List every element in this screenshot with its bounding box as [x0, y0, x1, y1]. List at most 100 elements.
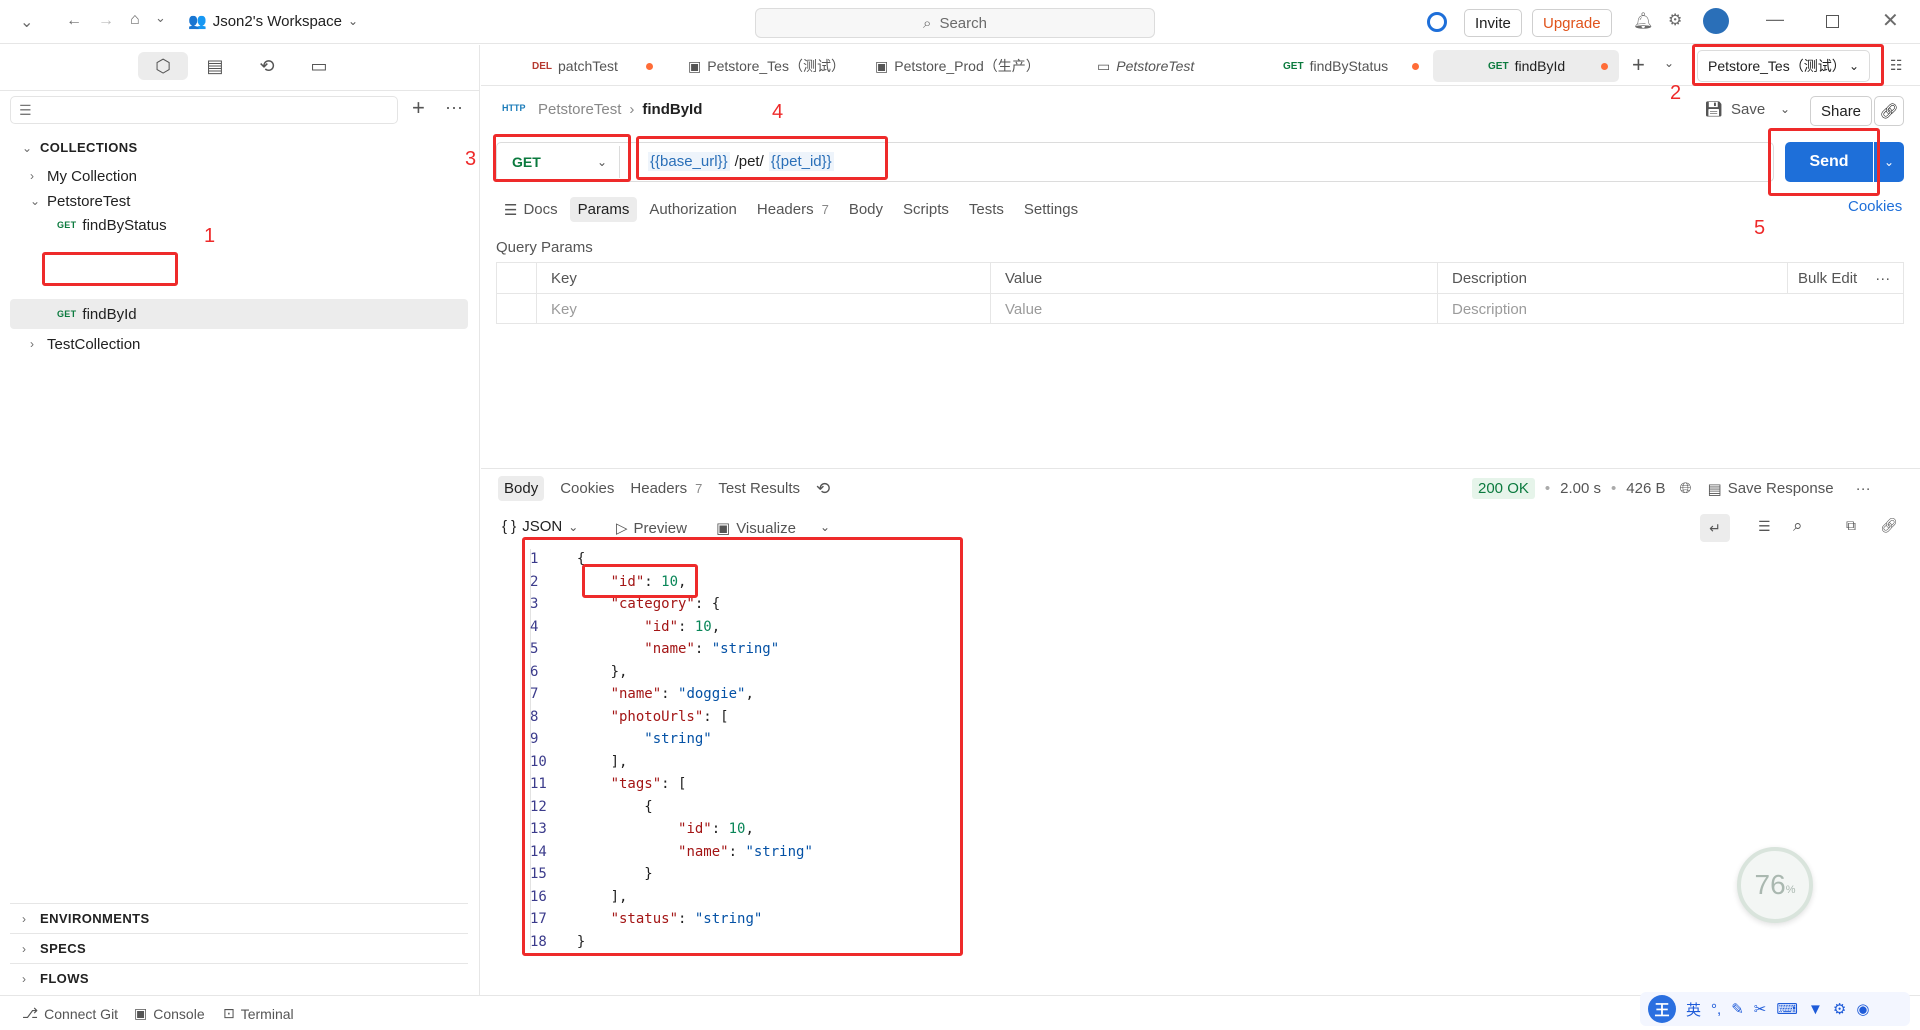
- tab-params[interactable]: Params: [569, 197, 638, 222]
- response-tab-headers[interactable]: Headers 7: [630, 480, 702, 497]
- workspace-switcher[interactable]: 👥 Json2's Workspace ⌄: [188, 12, 358, 31]
- wrap-lines-icon[interactable]: ↵: [1700, 514, 1730, 542]
- bulk-edit-link[interactable]: Bulk Edit: [1798, 270, 1857, 287]
- breadcrumb-parent[interactable]: PetstoreTest: [538, 101, 621, 118]
- save-response-button[interactable]: ▤ Save Response: [1708, 480, 1834, 498]
- send-dropdown-icon[interactable]: ⌄: [1874, 142, 1904, 182]
- tab-findbystatus[interactable]: GET findByStatus: [1283, 46, 1420, 86]
- bell-icon[interactable]: 🔔︎: [1633, 11, 1653, 31]
- share-button[interactable]: Share: [1810, 96, 1873, 126]
- global-search[interactable]: ⌕ Search: [755, 8, 1155, 38]
- gear-icon[interactable]: ⚙: [1668, 10, 1682, 30]
- sidebar-item-findbyid[interactable]: GET findById: [57, 299, 137, 329]
- search-icon[interactable]: ⌕: [1793, 516, 1803, 536]
- tabs-dropdown-icon[interactable]: ⌄: [1664, 56, 1674, 70]
- progress-badge[interactable]: 76 %: [1737, 847, 1813, 923]
- code-line: 6 },: [530, 661, 950, 684]
- save-button[interactable]: 💾︎ Save: [1704, 100, 1765, 119]
- connect-git-button[interactable]: ⎇ Connect Git: [22, 1005, 118, 1022]
- response-size[interactable]: 426 B: [1626, 480, 1665, 497]
- response-time[interactable]: 2.00 s: [1560, 480, 1601, 497]
- globe-icon[interactable]: 🌐︎: [1679, 480, 1691, 497]
- line-number: 6: [530, 663, 539, 680]
- flows-section[interactable]: › FLOWS: [22, 971, 89, 986]
- add-icon[interactable]: +: [412, 95, 425, 121]
- history-icon[interactable]: ⟲: [242, 52, 292, 80]
- tab-headers[interactable]: Headers 7: [757, 201, 829, 218]
- tab-petstore-prod[interactable]: ▣ Petstore_Prod（生产）: [875, 46, 1040, 86]
- minimize-icon[interactable]: —: [1766, 9, 1784, 30]
- tab-findbyid[interactable]: GET findById: [1488, 46, 1609, 86]
- tab-settings[interactable]: Settings: [1024, 201, 1078, 218]
- folder-icon[interactable]: ▭: [294, 52, 344, 80]
- status-badge[interactable]: 200 OK: [1472, 478, 1535, 499]
- specs-section[interactable]: › SPECS: [22, 941, 86, 956]
- preview-button[interactable]: ▷ Preview: [616, 519, 687, 538]
- filter-icon[interactable]: ☰: [1758, 518, 1771, 535]
- sidebar-filter-input[interactable]: ☰: [10, 96, 398, 124]
- tab-docs[interactable]: ☰ Docs: [504, 201, 558, 219]
- save-dropdown-icon[interactable]: ⌄: [1780, 102, 1790, 116]
- sync-icon[interactable]: [1427, 12, 1447, 32]
- method-select[interactable]: GET ⌄: [500, 146, 620, 178]
- collections-icon[interactable]: ⬡: [138, 52, 188, 80]
- tab-petstoretest[interactable]: ▭ PetstoreTest: [1097, 46, 1194, 86]
- restore-icon[interactable]: [1826, 15, 1839, 28]
- back-arrow-icon[interactable]: ←: [66, 12, 82, 30]
- code-line: 13 "id": 10,: [530, 818, 950, 841]
- tab-petstore-tes[interactable]: ▣ Petstore_Tes（测试）: [688, 46, 845, 86]
- response-tab-test-results[interactable]: Test Results: [718, 480, 800, 497]
- home-icon[interactable]: ⌂: [130, 11, 140, 29]
- sidebar-item-testcollection[interactable]: › TestCollection: [30, 329, 140, 359]
- key-input[interactable]: Key: [537, 294, 991, 324]
- line-number: 13: [530, 821, 547, 837]
- visualize-button[interactable]: ▣ Visualize: [716, 519, 796, 538]
- terminal-button[interactable]: ⊡ Terminal: [223, 1005, 294, 1022]
- console-button[interactable]: ▣ Console: [134, 1005, 205, 1022]
- avatar[interactable]: [1703, 8, 1729, 34]
- environment-quick-look-icon[interactable]: ☷: [1890, 57, 1903, 74]
- menu-chevron-icon[interactable]: ⌄: [20, 12, 33, 32]
- collections-section[interactable]: ⌄ COLLECTIONS: [22, 140, 138, 155]
- cookies-link[interactable]: Cookies: [1848, 198, 1902, 215]
- send-button[interactable]: Send: [1785, 142, 1873, 182]
- sidebar-item-findbystatus[interactable]: GET findByStatus: [57, 210, 167, 240]
- more-icon[interactable]: ···: [1856, 480, 1871, 497]
- link-icon[interactable]: 🔗︎: [1880, 517, 1898, 534]
- tab-body[interactable]: Body: [849, 201, 883, 218]
- upgrade-button[interactable]: Upgrade: [1532, 9, 1612, 37]
- response-tab-cookies[interactable]: Cookies: [560, 480, 614, 497]
- visualize-dropdown-icon[interactable]: ⌄: [820, 520, 830, 534]
- format-select[interactable]: { } JSON ⌄: [502, 518, 578, 535]
- chevron-down-icon: ⌄: [568, 519, 579, 534]
- tab-authorization[interactable]: Authorization: [649, 201, 737, 218]
- new-tab-icon[interactable]: +: [1632, 52, 1645, 78]
- tab-patchtest[interactable]: DEL patchTest: [532, 46, 653, 86]
- url-input[interactable]: {{base_url}} /pet/ {{pet_id}}: [648, 152, 834, 171]
- response-body-code[interactable]: 1 {2 "id": 10, 3 "category": {4 "id": 10,…: [530, 548, 950, 953]
- more-icon[interactable]: ···: [1875, 270, 1890, 287]
- environment-selector[interactable]: Petstore_Tes（测试） ⌄: [1697, 50, 1870, 82]
- more-icon[interactable]: ···: [445, 97, 463, 118]
- home-dropdown-icon[interactable]: ⌄: [155, 10, 166, 26]
- copy-icon[interactable]: ⧉: [1846, 517, 1856, 534]
- history-icon[interactable]: ⟲: [816, 479, 830, 499]
- visualize-label: Visualize: [736, 519, 796, 537]
- ime-toolbar[interactable]: 王 英 °, ✎ ✂ ⌨ ▼ ⚙ ◉: [1640, 992, 1910, 1026]
- environments-icon[interactable]: ▤: [190, 52, 240, 80]
- chevron-right-icon: ›: [22, 941, 26, 956]
- tab-scripts[interactable]: Scripts: [903, 201, 949, 218]
- tab-label: Petstore_Prod（生产）: [894, 58, 1040, 74]
- environment-name: Petstore_Tes（测试）: [1708, 58, 1846, 74]
- value-input[interactable]: Value: [991, 294, 1438, 324]
- description-input[interactable]: Description: [1438, 294, 1903, 324]
- response-tab-body[interactable]: Body: [498, 476, 545, 501]
- link-icon[interactable]: 🔗︎: [1874, 96, 1904, 126]
- tab-tests[interactable]: Tests: [969, 201, 1004, 218]
- invite-button[interactable]: Invite: [1464, 9, 1522, 37]
- breadcrumb-current[interactable]: findById: [642, 101, 702, 118]
- forward-arrow-icon[interactable]: →: [98, 12, 114, 30]
- params-table: Key Value Description Bulk Edit ··· Key …: [496, 262, 1904, 324]
- environments-section[interactable]: › ENVIRONMENTS: [22, 911, 150, 926]
- close-icon[interactable]: ✕: [1882, 8, 1899, 33]
